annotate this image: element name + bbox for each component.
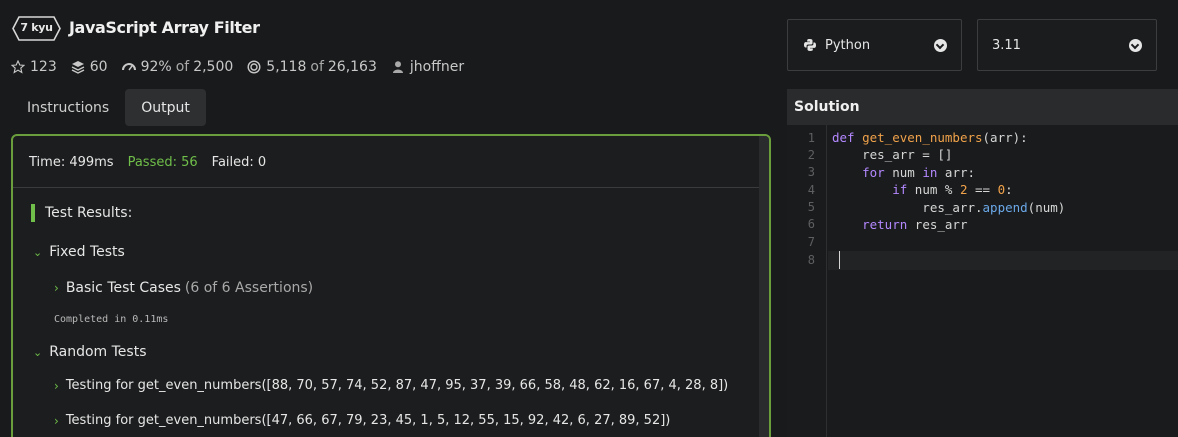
chevron-down-icon: [934, 39, 947, 52]
solution-title: Solution: [794, 99, 860, 115]
line-number: 4: [807, 183, 815, 197]
output-scrollbar[interactable]: [759, 136, 769, 437]
chevron-down-icon: [1129, 39, 1142, 52]
random-test-label: Testing for get_even_numbers([88, 70, 57…: [65, 378, 729, 393]
layers-icon: [71, 61, 85, 74]
kata-title[interactable]: JavaScript Array Filter: [69, 18, 260, 37]
star-icon: [11, 60, 25, 74]
user-icon: [392, 61, 403, 73]
stars-count: 123: [30, 59, 57, 75]
code-line: if num % 2 == 0:: [832, 182, 1013, 197]
basic-assertions-count: (6 of 6 Assertions): [184, 280, 314, 296]
completed-of: of: [310, 59, 324, 75]
random-tests-group[interactable]: ⌄ Random Tests: [33, 344, 147, 360]
code-line: res_arr.append(num): [832, 200, 1066, 215]
basic-test-cases-item[interactable]: › Basic Test Cases (6 of 6 Assertions): [54, 280, 313, 296]
line-number: 8: [807, 253, 815, 267]
python-icon: [804, 39, 816, 51]
tab-instructions[interactable]: Instructions: [11, 89, 125, 126]
random-test-item[interactable]: › Testing for get_even_numbers([88, 70, …: [54, 378, 728, 393]
panel-tabs: Instructions Output: [11, 89, 206, 126]
results-accent-bar: [31, 204, 35, 222]
test-results-heading: Test Results:: [31, 204, 132, 222]
code-line: return res_arr: [832, 217, 968, 232]
code-line: def get_even_numbers(arr):: [832, 130, 1028, 145]
text-cursor: [839, 251, 840, 269]
chevron-down-icon: ⌄: [33, 345, 43, 359]
satisfaction-stat: 92% of 2,500: [121, 59, 234, 75]
basic-test-cases-label: Basic Test Cases: [65, 280, 181, 296]
code-line: for num in arr:: [832, 165, 976, 180]
satisfaction-gauge-icon: [121, 63, 136, 71]
code-line: res_arr = []: [832, 147, 953, 162]
line-number: 1: [807, 131, 815, 145]
line-number: 7: [807, 235, 815, 249]
line-number: 6: [807, 217, 815, 231]
kata-stats: 123 60 92% of 2,500 5,118 of 26,163 jhof…: [11, 58, 478, 76]
solution-header: Solution: [787, 89, 1178, 125]
language-value: Python: [825, 37, 871, 53]
author-stat[interactable]: jhoffner: [391, 59, 464, 75]
line-number: 5: [807, 200, 815, 214]
version-value: 3.11: [992, 37, 1021, 53]
satisfaction-of: of: [175, 59, 190, 75]
test-results-label: Test Results:: [45, 205, 133, 221]
failed-count: Failed: 0: [211, 155, 267, 170]
run-summary: Time: 499ms Passed: 56 Failed: 0: [29, 155, 280, 170]
active-line-highlight: [828, 251, 1178, 270]
tab-output[interactable]: Output: [125, 89, 206, 126]
completed-count: 5,118: [266, 59, 307, 75]
fixed-tests-group[interactable]: ⌄ Fixed Tests: [33, 244, 125, 260]
random-tests-label: Random Tests: [49, 344, 147, 360]
satisfaction-total: 2,500: [193, 59, 234, 75]
output-panel: Time: 499ms Passed: 56 Failed: 0 Test Re…: [11, 134, 771, 437]
chevron-down-icon: ⌄: [33, 245, 43, 259]
chevron-right-icon: ›: [54, 378, 59, 393]
completed-total: 26,163: [327, 59, 377, 75]
random-test-item[interactable]: › Testing for get_even_numbers([47, 66, …: [54, 413, 670, 428]
author-name[interactable]: jhoffner: [410, 59, 464, 75]
stars-stat[interactable]: 123: [11, 59, 57, 75]
random-test-label: Testing for get_even_numbers([47, 66, 67…: [65, 413, 671, 428]
language-select[interactable]: Python: [787, 19, 962, 71]
collections-count: 60: [89, 59, 108, 75]
collections-stat[interactable]: 60: [71, 59, 108, 75]
rank-badge: 7 kyu: [12, 16, 61, 41]
fixed-tests-label: Fixed Tests: [49, 244, 125, 260]
line-number: 2: [807, 148, 815, 162]
satisfaction-percent: 92%: [140, 59, 172, 75]
completed-stat: 5,118 of 26,163: [247, 59, 377, 75]
code-editor[interactable]: 1 2 3 4 5 6 7 8 def get_even_numbers(arr…: [787, 125, 1178, 437]
chevron-right-icon: ›: [54, 413, 59, 428]
line-number-gutter: 1 2 3 4 5 6 7 8: [787, 125, 827, 437]
rank-label: 7 kyu: [20, 21, 53, 34]
passed-count: Passed: 56: [127, 155, 198, 170]
version-select[interactable]: 3.11: [977, 19, 1157, 71]
line-number: 3: [807, 165, 815, 179]
chevron-right-icon: ›: [54, 281, 59, 295]
target-icon: [247, 60, 261, 74]
completed-in-label: Completed in 0.11ms: [54, 314, 169, 325]
summary-divider: [13, 187, 761, 188]
run-time: Time: 499ms: [29, 155, 114, 170]
